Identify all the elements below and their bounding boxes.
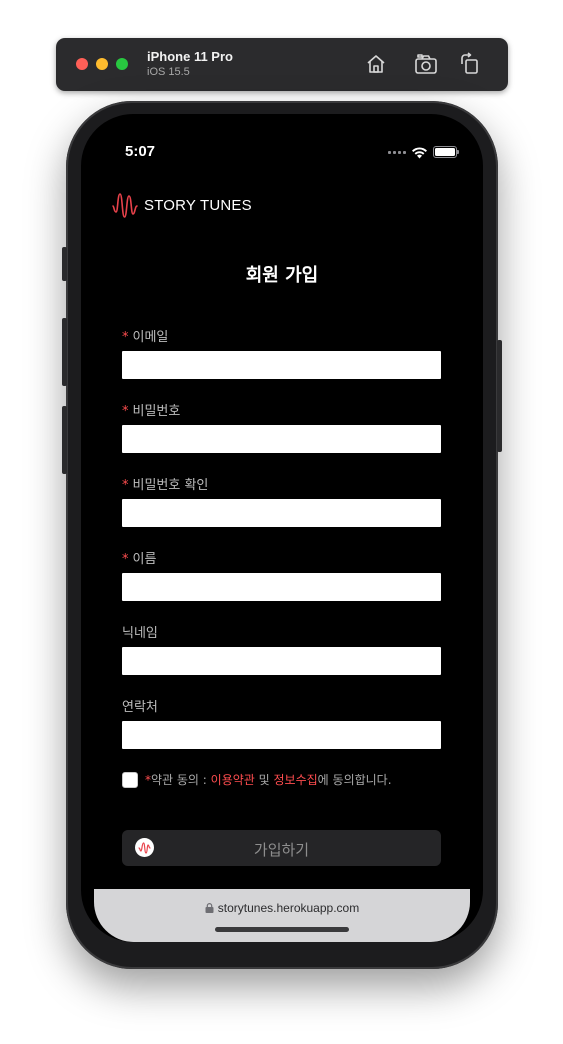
required-mark: * (122, 330, 129, 345)
url-display: storytunes.herokuapp.com (94, 901, 470, 915)
email-field[interactable] (122, 351, 441, 379)
page-title: 회원 가입 (245, 265, 319, 286)
zoom-window-button[interactable] (116, 58, 128, 70)
rotate-icon (461, 52, 478, 74)
nickname-label: 닉네임 (122, 626, 158, 641)
simulator-toolbar: iPhone 11 Pro iOS 15.5 (56, 38, 508, 91)
close-window-button[interactable] (76, 58, 88, 70)
rotate-button[interactable] (458, 52, 482, 76)
password-field[interactable] (122, 425, 441, 453)
sound-wave-logo-icon (112, 193, 138, 218)
terms-link[interactable]: 이용약관 (211, 773, 255, 787)
device-screen: 5:07 STORY TUNES 회원 가입 * 이메일 * 비밀번호 * 비밀번호 … (81, 114, 483, 942)
email-label: * 이메일 (122, 330, 169, 345)
browser-address-bar[interactable]: storytunes.herokuapp.com (94, 889, 470, 942)
power-button (497, 340, 502, 452)
password-confirm-field[interactable] (122, 499, 441, 527)
home-button[interactable] (364, 52, 388, 76)
privacy-link[interactable]: 정보수집 (274, 773, 318, 787)
home-indicator[interactable] (215, 927, 349, 932)
status-indicators (388, 145, 459, 159)
name-field[interactable] (122, 573, 441, 601)
simulator-device-name: iPhone 11 Pro (147, 49, 233, 64)
status-time: 5:07 (125, 143, 156, 160)
simulator-os-version: iOS 15.5 (147, 66, 190, 78)
home-icon (367, 55, 385, 73)
brand-name: STORY TUNES (144, 196, 252, 214)
required-mark: * (122, 552, 129, 567)
wifi-icon (411, 146, 428, 159)
agreement-checkbox[interactable] (122, 771, 138, 788)
screenshot-icon (415, 54, 437, 74)
agreement-row: *약관 동의 : 이용약관 및 정보수집에 동의합니다. (122, 771, 392, 788)
signup-button[interactable]: 가입하기 (122, 830, 441, 866)
nickname-field[interactable] (122, 647, 441, 675)
name-label: * 이름 (122, 552, 157, 567)
brand-logo[interactable]: STORY TUNES (112, 190, 252, 220)
battery-icon (433, 146, 459, 158)
required-mark: * (122, 478, 129, 493)
required-mark: * (122, 404, 129, 419)
agreement-text: *약관 동의 : 이용약관 및 정보수집에 동의합니다. (145, 773, 392, 787)
volume-down-button (62, 406, 67, 474)
contact-label: 연락처 (122, 700, 158, 715)
signup-button-label: 가입하기 (253, 842, 310, 859)
screenshot-button[interactable] (414, 52, 438, 76)
contact-field[interactable] (122, 721, 441, 749)
cellular-signal-icon (388, 150, 406, 154)
password-confirm-label: * 비밀번호 확인 (122, 478, 209, 493)
volume-up-button (62, 318, 67, 386)
minimize-window-button[interactable] (96, 58, 108, 70)
password-label: * 비밀번호 (122, 404, 181, 419)
mute-switch (62, 247, 67, 281)
lock-icon (205, 903, 214, 913)
